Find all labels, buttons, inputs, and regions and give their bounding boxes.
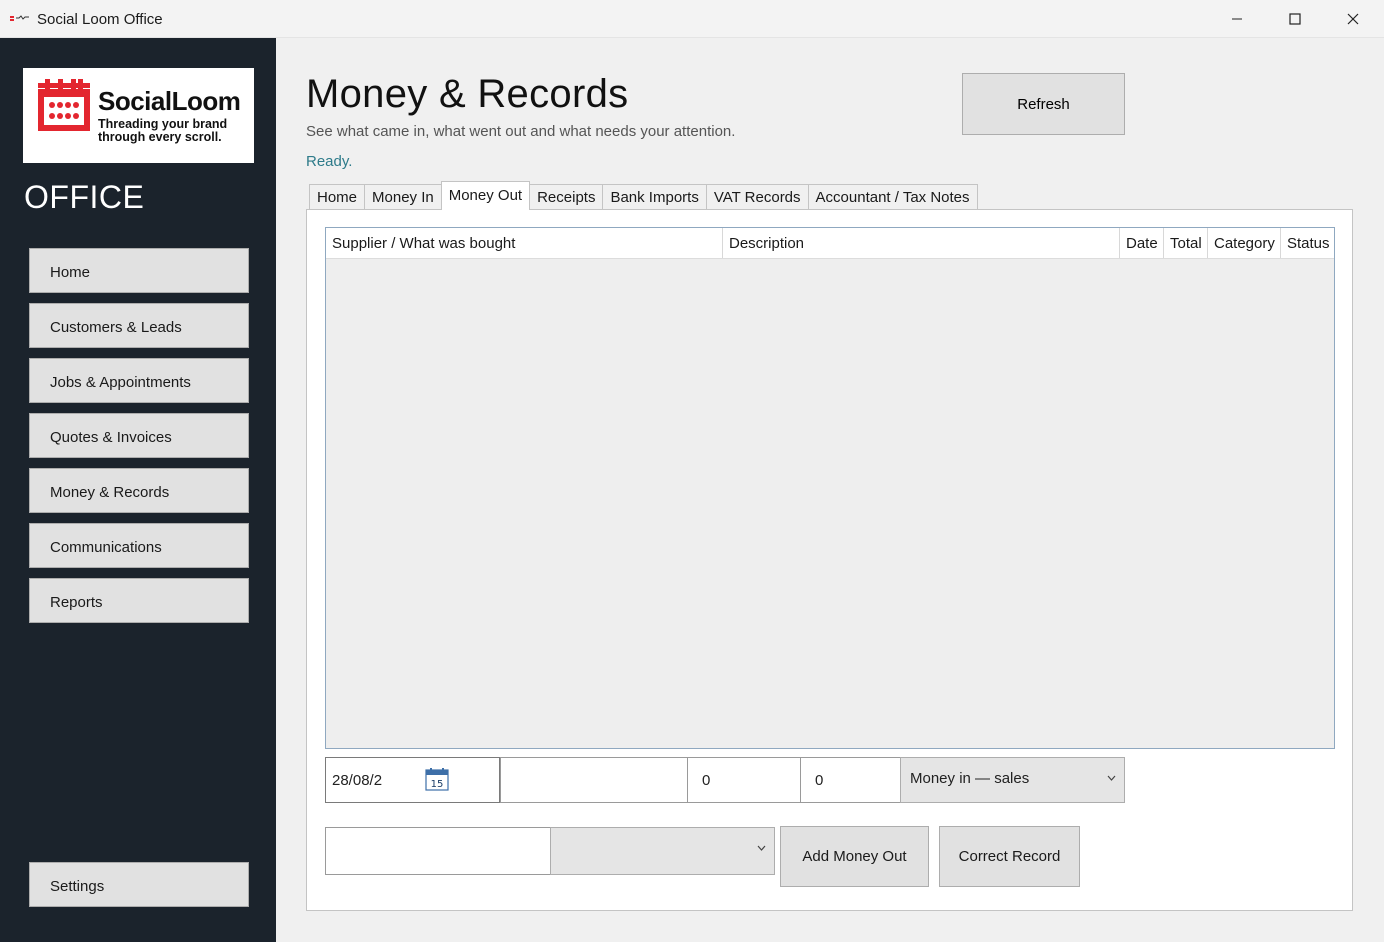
tab-money-in[interactable]: Money In <box>364 184 442 210</box>
tab-strip: Home Money In Money Out Receipts Bank Im… <box>309 181 978 210</box>
tab-home[interactable]: Home <box>309 184 366 210</box>
tab-vat-records[interactable]: VAT Records <box>705 184 809 210</box>
correct-record-button[interactable]: Correct Record <box>939 826 1080 887</box>
category-select[interactable]: Money in — sales <box>900 757 1125 803</box>
tab-receipts[interactable]: Receipts <box>529 184 604 210</box>
nav-settings-button[interactable]: Settings <box>29 862 249 907</box>
nav-quotes-invoices-button[interactable]: Quotes & Invoices <box>29 413 249 458</box>
nav-communications-button[interactable]: Communications <box>29 523 249 568</box>
title-bar: Social Loom Office <box>0 0 1384 38</box>
calendar-icon[interactable]: 15 <box>425 767 449 791</box>
minimize-button[interactable] <box>1208 0 1266 38</box>
amount-input[interactable] <box>687 757 801 803</box>
nav-jobs-appointments-button[interactable]: Jobs & Appointments <box>29 358 249 403</box>
refresh-button[interactable]: Refresh <box>962 73 1125 135</box>
column-header-date[interactable]: Date <box>1120 228 1164 258</box>
vat-input[interactable] <box>800 757 901 803</box>
status-select[interactable] <box>550 827 775 875</box>
column-header-category[interactable]: Category <box>1208 228 1281 258</box>
calendar-logo-icon <box>38 79 90 131</box>
nav-money-records-button[interactable]: Money & Records <box>29 468 249 513</box>
nav-home-button[interactable]: Home <box>29 248 249 293</box>
close-button[interactable] <box>1324 0 1382 38</box>
money-out-panel: Supplier / What was bought Description D… <box>306 209 1353 911</box>
office-label: OFFICE <box>24 179 145 215</box>
chevron-down-icon <box>757 845 766 851</box>
maximize-button[interactable] <box>1266 0 1324 38</box>
minimize-icon <box>1232 18 1242 20</box>
close-icon <box>1347 13 1359 25</box>
logo: SocialLoom Threading your brand through … <box>23 68 254 163</box>
tab-bank-imports[interactable]: Bank Imports <box>602 184 707 210</box>
column-header-supplier[interactable]: Supplier / What was bought <box>326 228 723 258</box>
description-input[interactable] <box>500 757 688 803</box>
status-text: Ready. <box>306 153 353 170</box>
money-out-grid[interactable]: Supplier / What was bought Description D… <box>325 227 1335 749</box>
category-selected: Money in — sales <box>910 770 1030 787</box>
tab-money-out[interactable]: Money Out <box>440 181 531 210</box>
page-subtitle: See what came in, what went out and what… <box>306 123 736 140</box>
date-value: 28/08/2 <box>332 772 382 789</box>
column-header-status[interactable]: Status <box>1281 228 1334 258</box>
column-header-total[interactable]: Total <box>1164 228 1208 258</box>
sidebar: SocialLoom Threading your brand through … <box>0 38 276 942</box>
main-content: Money & Records See what came in, what w… <box>276 38 1384 942</box>
window-title: Social Loom Office <box>37 11 163 28</box>
supplier-input[interactable] <box>325 827 551 875</box>
tab-accountant-tax-notes[interactable]: Accountant / Tax Notes <box>807 184 978 210</box>
nav-reports-button[interactable]: Reports <box>29 578 249 623</box>
app-icon <box>10 15 29 21</box>
nav-customers-leads-button[interactable]: Customers & Leads <box>29 303 249 348</box>
page-title: Money & Records <box>306 72 629 116</box>
calendar-day: 15 <box>431 779 444 790</box>
maximize-icon <box>1289 13 1301 25</box>
date-picker[interactable]: 28/08/2 15 <box>325 757 500 803</box>
chevron-down-icon <box>1107 775 1116 781</box>
logo-tagline: Threading your brand through every scrol… <box>98 117 228 144</box>
column-header-description[interactable]: Description <box>723 228 1120 258</box>
logo-name: SocialLoom <box>98 86 241 116</box>
grid-header: Supplier / What was bought Description D… <box>326 228 1334 259</box>
add-money-out-button[interactable]: Add Money Out <box>780 826 929 887</box>
